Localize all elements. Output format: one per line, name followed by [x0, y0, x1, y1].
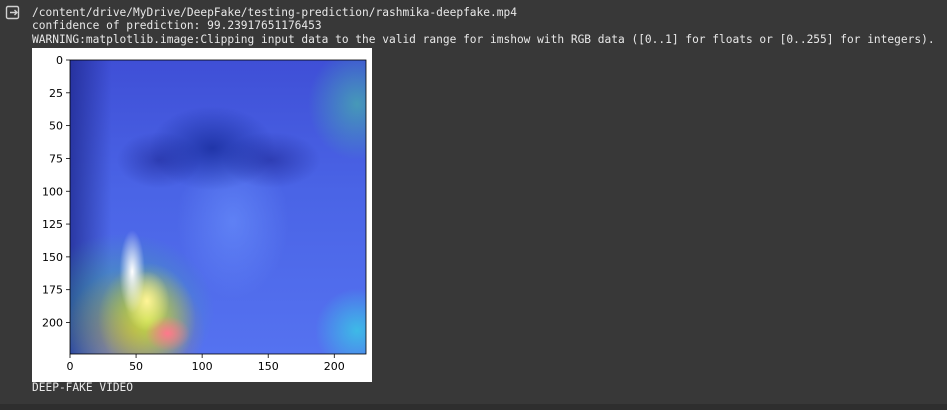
heatmap-plot-panel: 0 50 100 150 200 0 25 50 75 100 125 150 175 200 — [32, 48, 372, 382]
y-tick-label: 125 — [42, 218, 63, 231]
output-path-line: /content/drive/MyDrive/DeepFake/testing-… — [32, 6, 517, 19]
x-tick-label: 200 — [324, 360, 345, 373]
y-tick-label: 50 — [49, 120, 63, 133]
x-tick-label: 150 — [258, 360, 279, 373]
y-tick-label: 150 — [42, 251, 63, 264]
x-tick-label: 50 — [129, 360, 143, 373]
warning-line: WARNING:matplotlib.image:Clipping input … — [32, 33, 935, 46]
output-exit-icon[interactable] — [5, 5, 21, 21]
y-tick-label: 100 — [42, 185, 63, 198]
y-tick-label: 200 — [42, 317, 63, 330]
y-tick-label: 0 — [56, 54, 63, 67]
y-tick-label: 25 — [49, 87, 63, 100]
heatmap-axes: 0 50 100 150 200 0 25 50 75 100 125 150 175 200 — [42, 54, 367, 373]
result-label: DEEP-FAKE VIDEO — [32, 381, 134, 394]
cell-divider — [0, 404, 947, 410]
y-tick-label: 175 — [42, 284, 63, 297]
x-tick-label: 100 — [192, 360, 213, 373]
x-tick-label: 0 — [67, 360, 74, 373]
confidence-line: confidence of prediction: 99.23917651176… — [32, 19, 322, 32]
y-tick-label: 75 — [49, 152, 63, 165]
axes-frame — [69, 59, 367, 355]
